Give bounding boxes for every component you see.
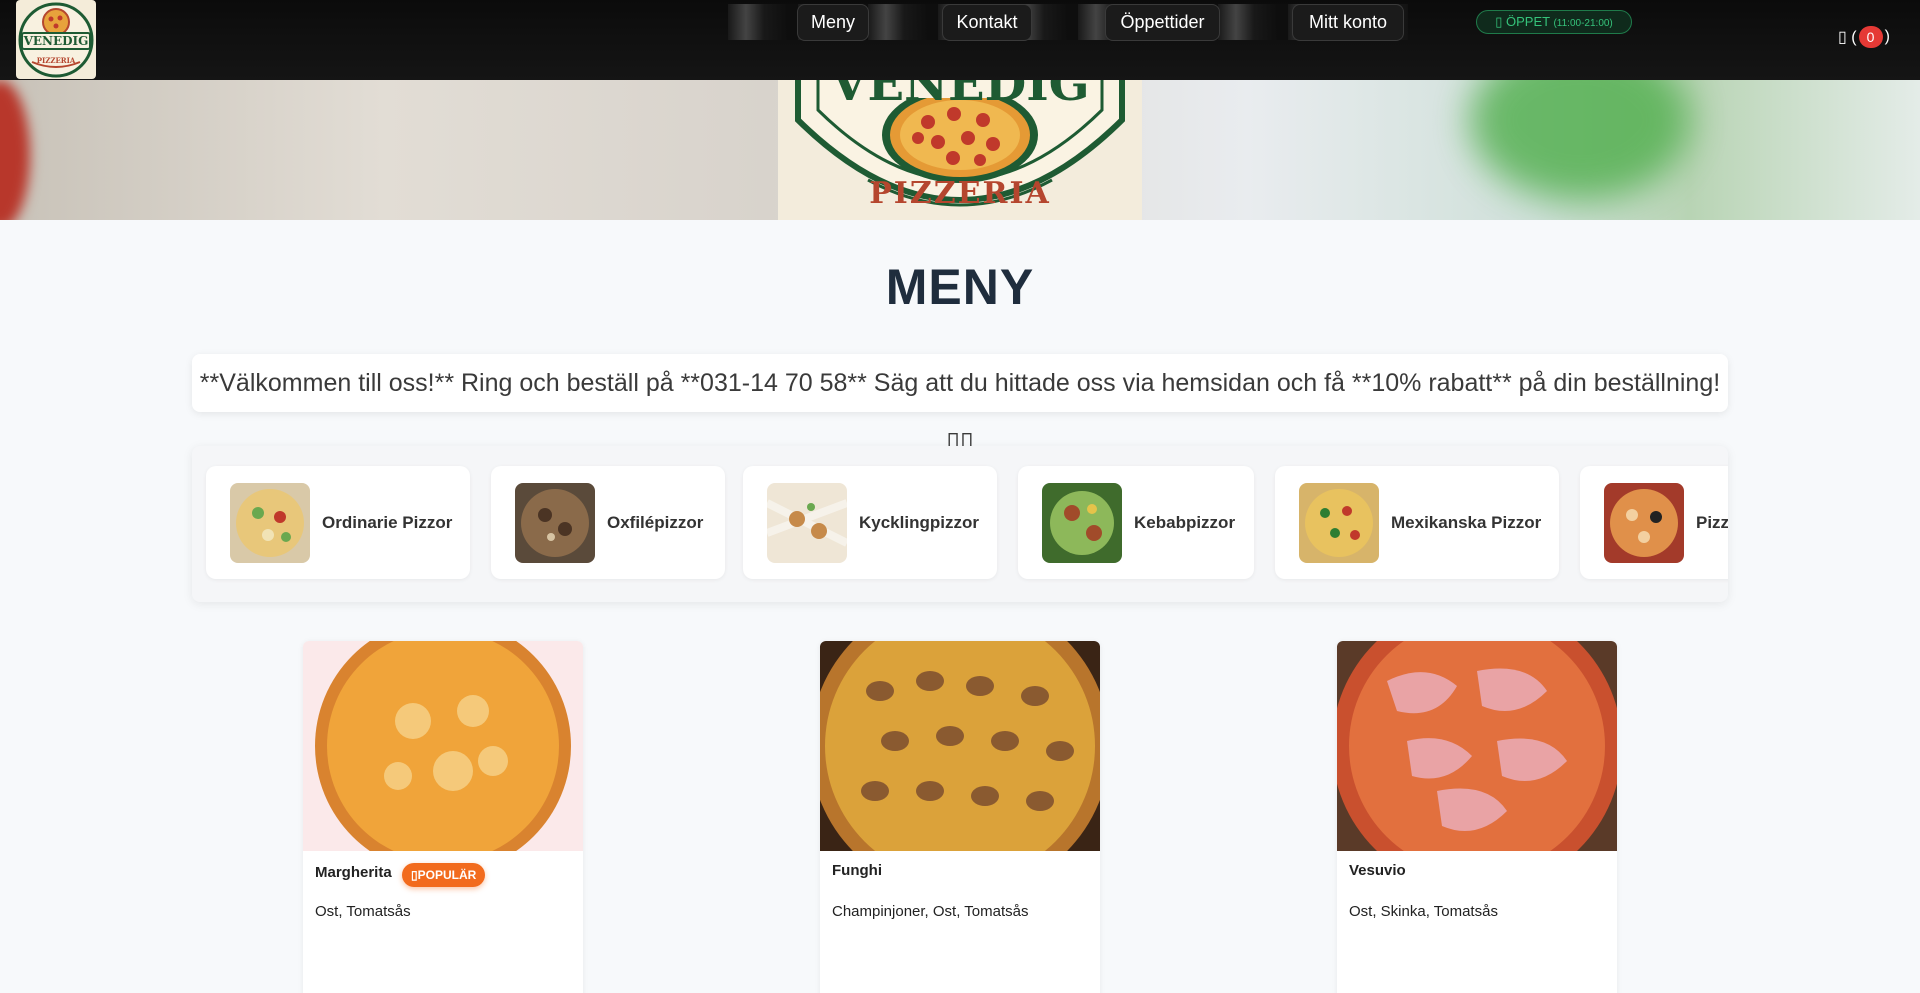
top-navigation: VENEDIG PIZZERIA Meny Kontakt Öppettider… [0, 0, 1920, 80]
nav-item-meny[interactable]: Meny [797, 4, 869, 41]
product-card-funghi[interactable]: Funghi Champinjoner, Ost, Tomatsås [820, 641, 1100, 993]
product-name: Vesuvio [1349, 862, 1406, 879]
category-label: Oxfilépizzor [607, 512, 704, 532]
logo-text: VENEDIG [23, 34, 89, 48]
brand-logo[interactable]: VENEDIG PIZZERIA [16, 0, 96, 79]
product-description: Champinjoner, Ost, Tomatsås [832, 903, 1029, 920]
category-ordinarie-pizzor[interactable]: Ordinarie Pizzor [206, 466, 470, 579]
category-kycklingpizzor[interactable]: Kycklingpizzor [743, 466, 997, 579]
category-label: Kebabpizzor [1134, 512, 1236, 532]
hero-logo: VENEDIG PIZZERIA [778, 80, 1142, 220]
product-description: Ost, Skinka, Tomatsås [1349, 903, 1498, 920]
nav-item-kontakt[interactable]: Kontakt [942, 4, 1032, 41]
category-thumbnail [1604, 482, 1684, 563]
category-bar: Ordinarie Pizzor Oxfilépizzor Kycklingpi… [192, 446, 1728, 602]
nav-item-oppettider[interactable]: Öppettider [1105, 4, 1220, 41]
cart-icon: ▯ ( [1838, 29, 1857, 46]
open-status-hours: (11:00-21:00) [1553, 18, 1613, 29]
hero-basil-decoration [1470, 80, 1690, 200]
open-status-badge: ▯ ÖPPET (11:00-21:00) [1476, 10, 1632, 34]
product-name: Funghi [832, 862, 882, 879]
promo-banner: **Välkommen till oss!** Ring och beställ… [192, 354, 1728, 455]
product-card-vesuvio[interactable]: Vesuvio Ost, Skinka, Tomatsås [1337, 641, 1617, 993]
popular-badge: ▯POPULÄR [402, 863, 486, 887]
hero-logo-subtitle: PIZZERIA [869, 176, 1051, 211]
category-kebabpizzor[interactable]: Kebabpizzor [1018, 466, 1254, 579]
category-thumbnail [767, 482, 847, 563]
category-label: Mexikanska Pizzor [1391, 512, 1542, 532]
category-thumbnail [515, 482, 595, 563]
product-card-margherita[interactable]: Margherita ▯POPULÄR Ost, Tomatsås [303, 641, 583, 993]
hero-tomato-decoration [0, 80, 30, 220]
category-oxfilepizzor[interactable]: Oxfilépizzor [491, 466, 725, 579]
product-image [1337, 641, 1617, 851]
category-label: Pizz [1696, 512, 1728, 532]
product-name: Margherita [315, 864, 392, 881]
category-thumbnail [1042, 482, 1122, 563]
logo-subtext: PIZZERIA [36, 56, 76, 65]
product-description: Ost, Tomatsås [315, 903, 411, 920]
open-status-label: ▯ ÖPPET [1495, 14, 1550, 29]
category-mexikanska-pizzor[interactable]: Mexikanska Pizzor [1275, 466, 1559, 579]
hero-logo-title: VENEDIG [830, 80, 1090, 112]
category-label: Ordinarie Pizzor [322, 512, 453, 532]
cart-button[interactable]: ▯ ( 0 ) [1838, 26, 1890, 48]
category-pizz[interactable]: Pizz [1580, 466, 1728, 579]
cart-count-badge: 0 [1858, 26, 1883, 48]
hero-banner: VENEDIG PIZZERIA [0, 80, 1920, 220]
cart-close-paren: ) [1884, 28, 1890, 45]
product-image [820, 641, 1100, 851]
product-image [303, 641, 583, 851]
category-label: Kycklingpizzor [859, 512, 979, 532]
nav-item-mitt-konto[interactable]: Mitt konto [1292, 4, 1404, 41]
page-title: MENY [885, 259, 1035, 315]
category-thumbnail [230, 482, 310, 563]
category-thumbnail [1299, 482, 1379, 563]
